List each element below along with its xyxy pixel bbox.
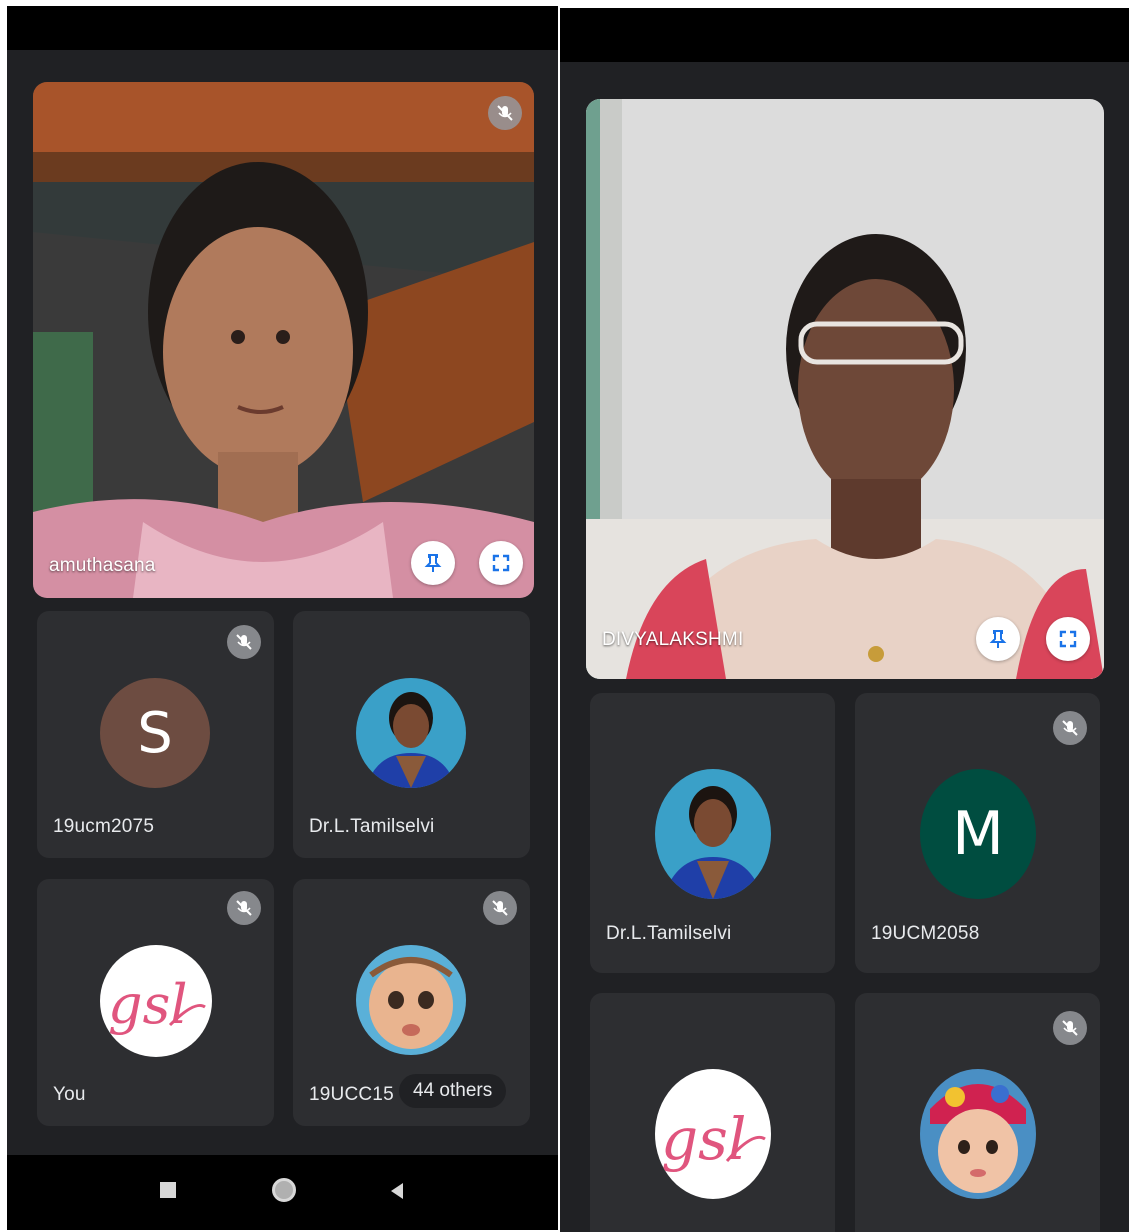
avatar: M <box>920 769 1036 899</box>
participant-name: amuthasana <box>49 555 156 576</box>
main-video-tile[interactable]: amuthasana <box>33 82 534 598</box>
svg-text:gsl: gsl <box>108 973 188 1036</box>
mic-off-icon <box>488 96 522 130</box>
others-count-chip[interactable]: 44 others <box>399 1074 507 1108</box>
fullscreen-button[interactable] <box>1046 617 1090 661</box>
participant-tile[interactable]: 19UCC15 44 others <box>293 879 530 1126</box>
avatar <box>356 945 466 1055</box>
mic-off-icon <box>1053 1011 1087 1045</box>
avatar <box>920 1069 1036 1199</box>
nav-back-icon[interactable] <box>387 1181 407 1201</box>
pin-button[interactable] <box>976 617 1020 661</box>
status-bar <box>7 6 558 50</box>
video-feed <box>586 99 1104 679</box>
svg-text:gsl: gsl <box>661 1105 746 1173</box>
gsl-logo-avatar: gsl <box>655 1069 771 1199</box>
nav-square-icon[interactable] <box>160 1182 176 1198</box>
pin-icon <box>424 554 442 572</box>
participant-tile[interactable]: S 19ucm2075 <box>37 611 274 858</box>
android-navigation-bar <box>7 1155 558 1230</box>
participant-tile[interactable]: Dr.L.Tamilselvi <box>590 693 835 973</box>
participant-tile-self[interactable]: gsl <box>590 993 835 1232</box>
participant-name: You <box>53 1084 86 1105</box>
mic-off-icon <box>227 625 261 659</box>
fullscreen-icon <box>492 554 510 572</box>
fullscreen-icon <box>1059 630 1077 648</box>
mic-off-icon <box>227 891 261 925</box>
participant-tile-self[interactable]: gsl You <box>37 879 274 1126</box>
participant-tile[interactable]: Dr.L.Tamilselvi <box>293 611 530 858</box>
status-bar <box>560 8 1129 62</box>
participant-name: DIVYALAKSHMI <box>602 629 744 650</box>
participant-name: 19UCC15 <box>309 1084 394 1105</box>
participant-tile[interactable] <box>855 993 1100 1232</box>
avatar <box>655 769 771 899</box>
pin-button[interactable] <box>411 541 455 585</box>
participant-name: 19UCM2058 <box>871 923 980 944</box>
participant-name: Dr.L.Tamilselvi <box>606 923 732 944</box>
gsl-logo-avatar: gsl <box>100 945 212 1057</box>
left-screenshot: amuthasana S 19ucm2075 Dr.L.Tamilselvi g… <box>7 6 558 1230</box>
participant-name: Dr.L.Tamilselvi <box>309 816 435 837</box>
mic-off-icon <box>1053 711 1087 745</box>
mic-off-icon <box>483 891 517 925</box>
main-video-tile[interactable]: DIVYALAKSHMI <box>586 99 1104 679</box>
fullscreen-button[interactable] <box>479 541 523 585</box>
participant-tile[interactable]: M 19UCM2058 <box>855 693 1100 973</box>
pin-icon <box>989 630 1007 648</box>
avatar: S <box>100 678 210 788</box>
participant-name: 19ucm2075 <box>53 816 155 837</box>
nav-home-icon[interactable] <box>272 1178 296 1202</box>
video-feed <box>33 82 534 598</box>
right-screenshot: DIVYALAKSHMI Dr.L.Tamilselvi M 19UCM2058 <box>560 8 1129 1232</box>
avatar <box>356 678 466 788</box>
